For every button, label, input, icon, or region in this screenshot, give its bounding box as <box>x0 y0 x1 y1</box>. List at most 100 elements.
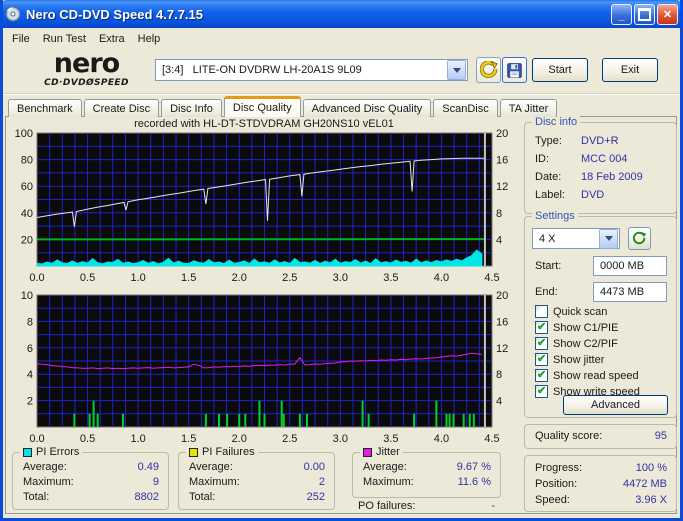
menu-bar: File Run Test Extra Help <box>3 29 683 48</box>
pie-total-value: 8802 <box>134 491 159 503</box>
disc-label-label: Label: <box>535 189 565 201</box>
pie-legend-icon <box>23 447 32 457</box>
app-icon <box>5 6 21 22</box>
checkbox-icon <box>535 352 548 366</box>
svg-text:8: 8 <box>27 316 33 328</box>
svg-text:2.5: 2.5 <box>282 272 297 284</box>
menu-extra[interactable]: Extra <box>94 31 133 47</box>
show-c1-pie-checkbox[interactable]: Show C1/PIE <box>535 320 619 334</box>
scan-start-label: Start: <box>535 260 562 272</box>
scan-speed-select[interactable]: 4 X <box>532 228 620 249</box>
checkbox-icon <box>535 384 548 398</box>
minimize-button[interactable]: _ <box>611 3 632 25</box>
start-button[interactable]: Start <box>532 58 588 82</box>
quick-scan-checkbox[interactable]: Quick scan <box>535 305 607 318</box>
refresh-disc-button[interactable] <box>628 227 651 250</box>
checkbox-icon <box>535 305 548 318</box>
title-bar: Nero CD-DVD Speed 4.7.7.15 _ ✕ <box>0 0 683 28</box>
menu-run-test[interactable]: Run Test <box>38 31 94 47</box>
jitter-maximum-label: Maximum: <box>363 476 414 488</box>
settings-caption: Settings <box>532 210 578 222</box>
save-icon <box>507 62 522 78</box>
svg-text:4.5: 4.5 <box>484 272 499 284</box>
chevron-down-icon <box>604 236 613 241</box>
show-c1-pie-label: Show C1/PIE <box>553 321 619 334</box>
tab-bar: Benchmark Create Disc Disc Info Disc Qua… <box>8 96 559 117</box>
header-divider <box>3 93 680 95</box>
po-failures-row: PO failures: - <box>358 500 495 512</box>
svg-text:8: 8 <box>496 369 502 381</box>
jitter-legend-icon <box>363 447 372 457</box>
scan-end-field[interactable]: 4473 MB <box>593 282 667 302</box>
svg-text:60: 60 <box>21 181 33 193</box>
svg-text:3.0: 3.0 <box>333 272 348 284</box>
svg-text:80: 80 <box>21 155 33 167</box>
po-failures-label: PO failures: <box>358 500 416 512</box>
pie-average-value: 0.49 <box>137 461 159 473</box>
save-results-button[interactable] <box>502 57 527 83</box>
disc-id-label: ID: <box>535 153 550 165</box>
pif-maximum-value: 2 <box>318 476 325 488</box>
exit-button[interactable]: Exit <box>602 58 658 82</box>
pi-errors-group: PI Errors Average: 0.49 Maximum: 9 Total: 8… <box>12 446 169 510</box>
svg-text:0.0: 0.0 <box>29 272 44 284</box>
pie-maximum-value: 9 <box>152 476 159 488</box>
svg-text:16: 16 <box>496 316 508 328</box>
menu-file[interactable]: File <box>7 31 38 47</box>
disc-date-value: 18 Feb 2009 <box>581 171 643 183</box>
drive-select-dropdown-button[interactable] <box>447 60 466 80</box>
tab-ta-jitter[interactable]: TA Jitter <box>499 99 558 117</box>
nero-logo-title: nero <box>53 48 120 79</box>
close-button[interactable]: ✕ <box>657 3 678 25</box>
svg-text:8: 8 <box>496 208 502 220</box>
scan-speed-value: 4 X <box>539 232 556 245</box>
show-read-speed-checkbox[interactable]: Show read speed <box>535 368 639 382</box>
jitter-average-label: Average: <box>363 461 407 473</box>
quick-scan-label: Quick scan <box>553 305 608 318</box>
advanced-button[interactable]: Advanced <box>563 395 668 415</box>
jitter-group: Jitter Average: 9.67 % Maximum: 11.6 % <box>352 446 501 498</box>
svg-text:20: 20 <box>496 290 508 302</box>
show-jitter-checkbox[interactable]: Show jitter <box>535 352 604 366</box>
pif-average-label: Average: <box>189 461 233 473</box>
show-c2-pif-checkbox[interactable]: Show C2/PIF <box>535 336 618 350</box>
tab-disc-info[interactable]: Disc Info <box>161 99 222 117</box>
svg-text:12: 12 <box>496 181 508 193</box>
pi-failures-caption: PI Failures <box>202 446 255 458</box>
svg-text:4: 4 <box>27 369 33 381</box>
maximize-icon <box>638 7 651 21</box>
scan-speed-dropdown-button[interactable] <box>599 228 618 249</box>
tab-scandisc[interactable]: ScanDisc <box>433 99 498 117</box>
scan-start-field[interactable]: 0000 MB <box>593 256 667 276</box>
svg-text:2.0: 2.0 <box>232 272 247 284</box>
scan-end-label: End: <box>535 286 558 298</box>
tab-disc-quality[interactable]: Disc Quality <box>223 96 301 117</box>
minimize-icon: _ <box>618 9 625 22</box>
jitter-caption: Jitter <box>376 446 400 458</box>
pi-failures-group: PI Failures Average: 0.00 Maximum: 2 Total… <box>178 446 335 510</box>
po-failures-value: - <box>491 500 495 512</box>
menu-help[interactable]: Help <box>133 31 169 47</box>
position-value: 4472 MB <box>622 478 667 490</box>
eject-disc-icon <box>479 61 498 78</box>
progress-value: 100 % <box>635 462 667 474</box>
svg-text:16: 16 <box>496 155 508 167</box>
tab-benchmark[interactable]: Benchmark <box>8 99 82 117</box>
eject-disc-button[interactable] <box>476 57 501 83</box>
maximize-button[interactable] <box>634 3 655 25</box>
drive-select-value: [3:4] LITE-ON DVDRW LH-20A1S 9L09 <box>162 64 362 76</box>
quality-score-group: Quality score: 95 <box>524 424 677 449</box>
drive-select[interactable]: [3:4] LITE-ON DVDRW LH-20A1S 9L09 <box>155 59 468 81</box>
svg-text:4: 4 <box>496 234 502 246</box>
disc-type-label: Type: <box>535 135 562 147</box>
progress-label: Progress: <box>535 462 583 474</box>
tab-create-disc[interactable]: Create Disc <box>83 99 160 117</box>
position-label: Position: <box>535 478 578 490</box>
checkbox-icon <box>535 320 548 334</box>
show-c2-pif-label: Show C2/PIF <box>553 337 618 350</box>
tab-advanced-disc-quality[interactable]: Advanced Disc Quality <box>302 99 432 117</box>
svg-text:3.5: 3.5 <box>383 433 398 444</box>
svg-text:3.0: 3.0 <box>333 433 348 444</box>
pie-total-label: Total: <box>23 491 50 503</box>
svg-text:3.5: 3.5 <box>383 272 398 284</box>
